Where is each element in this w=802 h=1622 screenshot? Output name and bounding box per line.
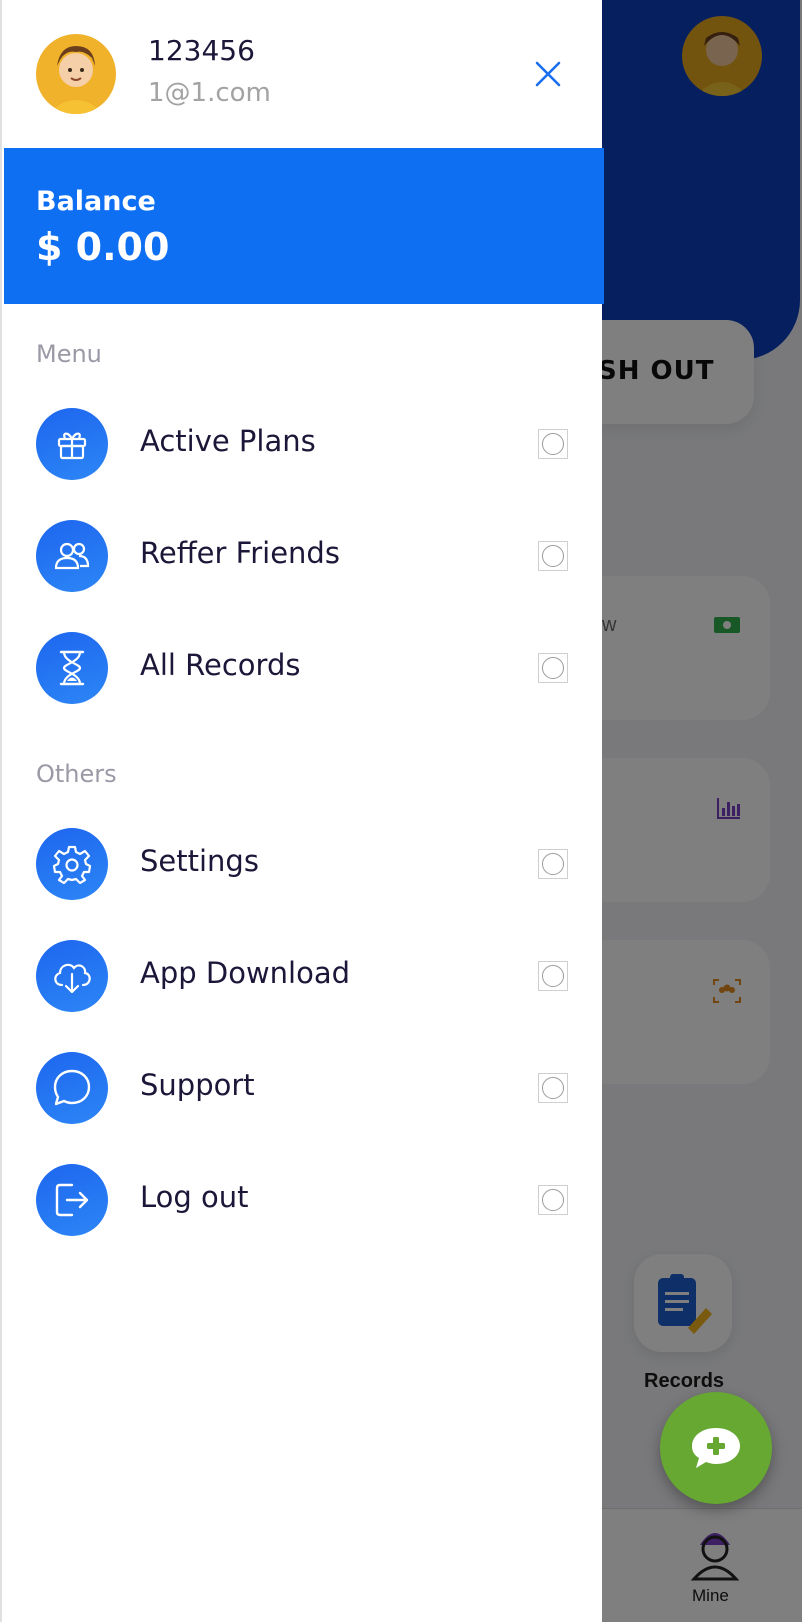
username: 123456 bbox=[148, 34, 255, 67]
menu-label-settings: Settings bbox=[140, 844, 259, 878]
menu-label-log-out: Log out bbox=[140, 1180, 249, 1214]
menu-label-reffer-friends: Reffer Friends bbox=[140, 536, 340, 570]
hourglass-icon bbox=[36, 632, 108, 704]
menu-label-app-download: App Download bbox=[140, 956, 351, 990]
menu-item-settings[interactable]: Settings bbox=[2, 820, 602, 910]
gear-icon bbox=[36, 828, 108, 900]
close-button[interactable] bbox=[528, 54, 568, 94]
chat-bubble-icon bbox=[36, 1052, 108, 1124]
menu-item-active-plans[interactable]: Active Plans bbox=[2, 400, 602, 490]
menu-item-support[interactable]: Support bbox=[2, 1044, 602, 1134]
section-title-others: Others bbox=[36, 760, 117, 788]
menu-radio-reffer-friends[interactable] bbox=[538, 541, 568, 571]
users-icon bbox=[36, 520, 108, 592]
menu-radio-app-download[interactable] bbox=[538, 961, 568, 991]
chat-plus-icon bbox=[692, 1428, 740, 1468]
menu-item-all-records[interactable]: All Records bbox=[2, 624, 602, 714]
profile-header: 123456 1@1.com bbox=[2, 0, 604, 148]
avatar[interactable] bbox=[36, 34, 116, 114]
menu-radio-log-out[interactable] bbox=[538, 1185, 568, 1215]
user-email: 1@1.com bbox=[148, 78, 271, 108]
gift-icon bbox=[36, 408, 108, 480]
balance-card: Balance $ 0.00 bbox=[4, 148, 604, 304]
menu-radio-all-records[interactable] bbox=[538, 653, 568, 683]
logout-icon bbox=[36, 1164, 108, 1236]
menu-label-all-records: All Records bbox=[140, 648, 301, 682]
menu-radio-active-plans[interactable] bbox=[538, 429, 568, 459]
menu-item-reffer-friends[interactable]: Reffer Friends bbox=[2, 512, 602, 602]
side-drawer: 123456 1@1.com Balance $ 0.00 Menu Activ… bbox=[0, 0, 604, 1622]
menu-item-app-download[interactable]: App Download bbox=[2, 932, 602, 1022]
balance-amount: $ 0.00 bbox=[36, 225, 170, 269]
close-icon bbox=[535, 61, 561, 87]
chat-fab[interactable] bbox=[660, 1392, 772, 1504]
menu-radio-settings[interactable] bbox=[538, 849, 568, 879]
menu-label-active-plans: Active Plans bbox=[140, 424, 316, 458]
balance-label: Balance bbox=[36, 186, 156, 217]
menu-label-support: Support bbox=[140, 1068, 255, 1102]
menu-radio-support[interactable] bbox=[538, 1073, 568, 1103]
cloud-download-icon bbox=[36, 940, 108, 1012]
section-title-menu: Menu bbox=[36, 340, 102, 368]
menu-item-log-out[interactable]: Log out bbox=[2, 1156, 602, 1246]
